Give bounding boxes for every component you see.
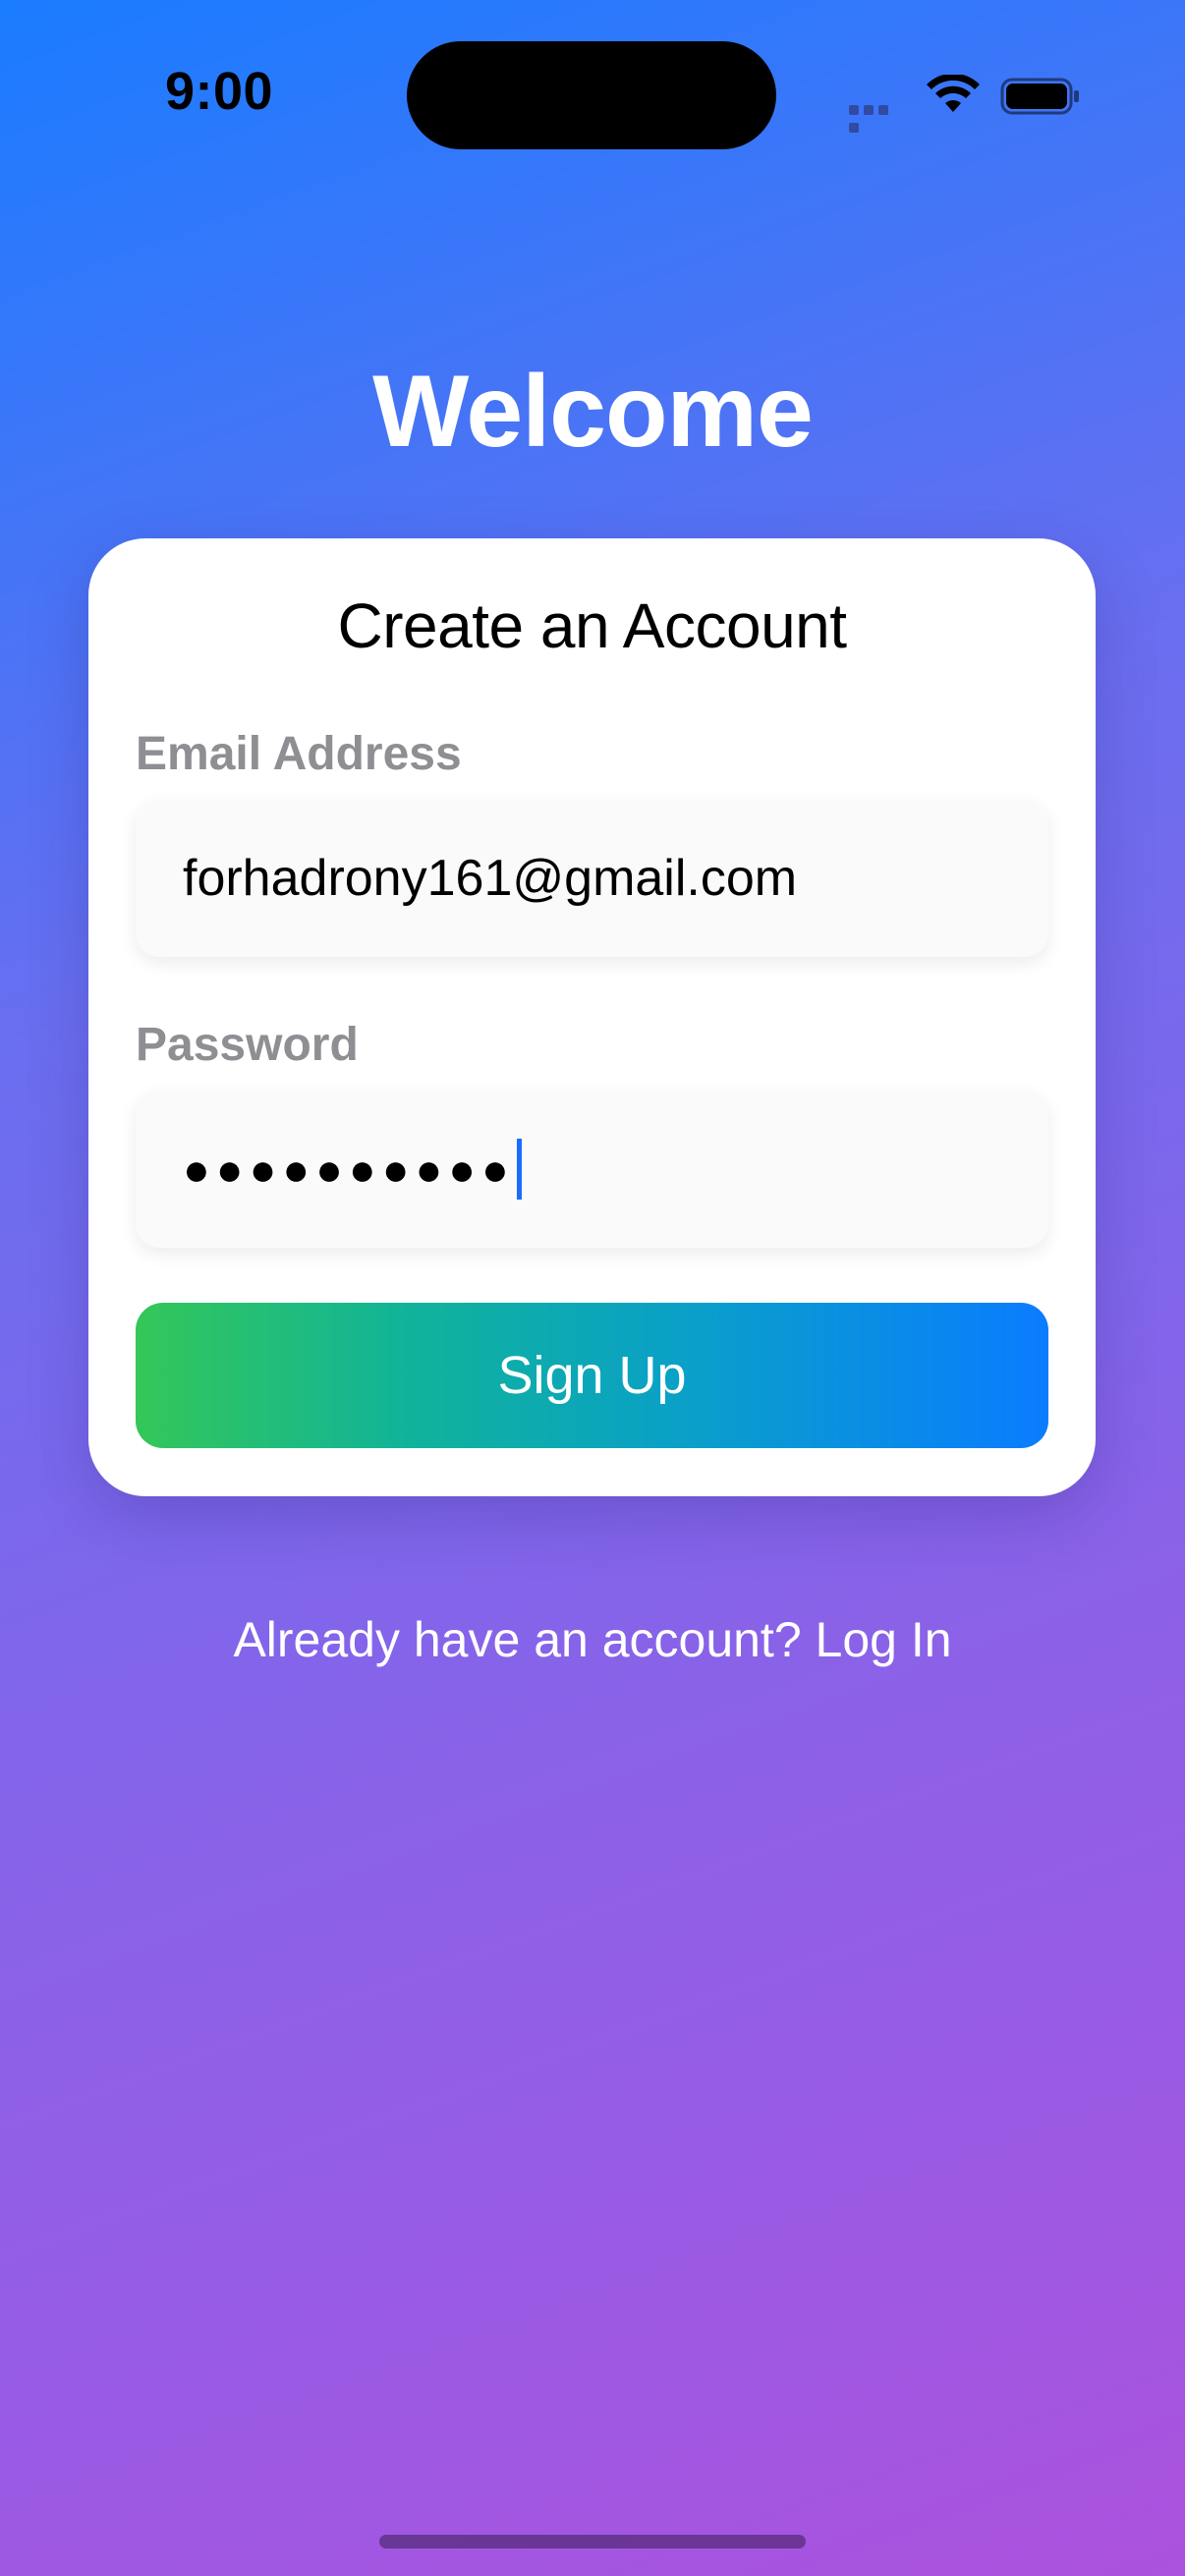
status-bar: 9:00	[0, 0, 1185, 196]
email-value: forhadrony161@gmail.com	[183, 850, 798, 907]
dynamic-island	[407, 41, 776, 149]
sign-up-button[interactable]: Sign Up	[136, 1303, 1048, 1448]
wifi-icon	[927, 75, 980, 112]
sign-up-label: Sign Up	[497, 1346, 687, 1405]
signal-icon	[849, 102, 906, 133]
email-field[interactable]: forhadrony161@gmail.com	[136, 800, 1048, 957]
password-label: Password	[136, 1019, 359, 1071]
log-in-link[interactable]: Already have an account? Log In	[0, 1611, 1185, 1668]
password-field[interactable]: ●●●●●●●●●●	[136, 1091, 1048, 1248]
text-caret	[516, 1139, 522, 1200]
home-indicator[interactable]	[379, 2535, 806, 2548]
status-time: 9:00	[165, 62, 274, 121]
welcome-title: Welcome	[372, 355, 814, 469]
card-title: Create an Account	[337, 590, 847, 661]
password-masked-value: ●●●●●●●●●●	[183, 1144, 515, 1195]
email-label: Email Address	[136, 728, 462, 780]
battery-icon	[1000, 78, 1079, 115]
signup-card: Create an Account Email Address forhadro…	[88, 538, 1096, 1496]
